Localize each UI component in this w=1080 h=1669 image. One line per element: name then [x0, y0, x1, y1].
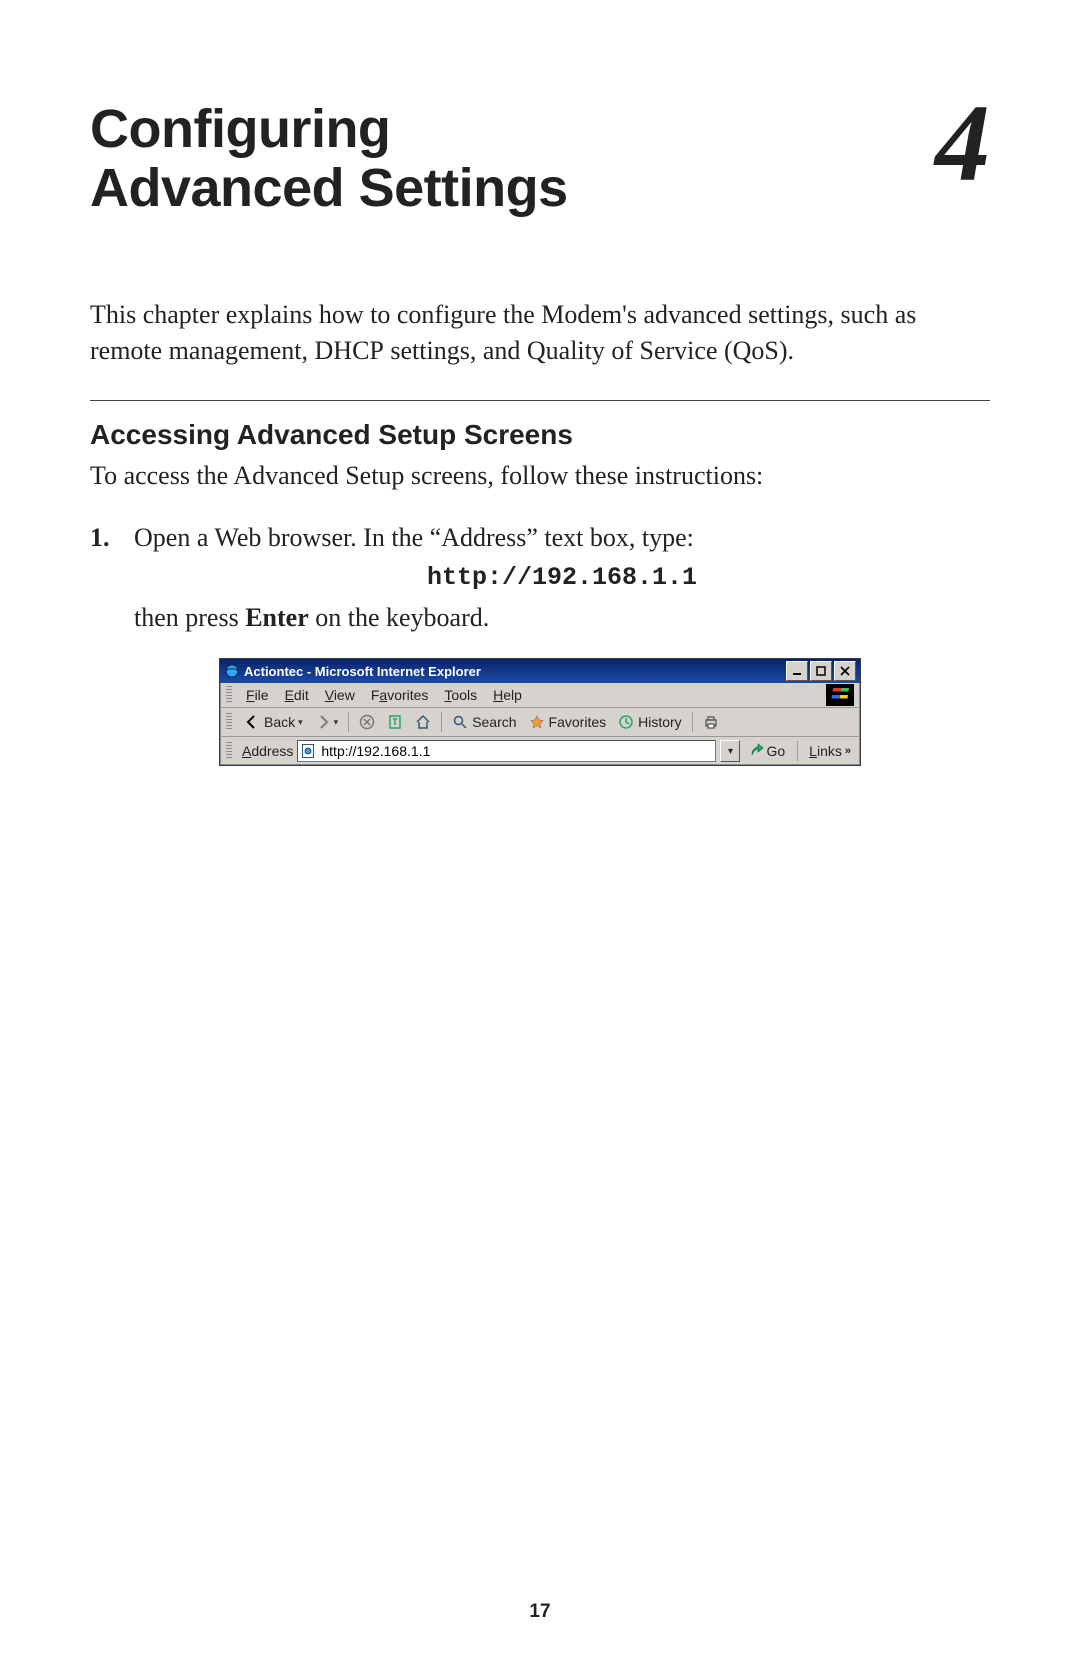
search-button[interactable]: Search — [446, 711, 522, 733]
toolbar-separator-3 — [692, 712, 693, 732]
chapter-title-line2: Advanced Settings — [90, 158, 568, 218]
links-chevron-icon: » — [845, 745, 851, 757]
step-1-number: 1. — [90, 519, 134, 637]
section-intro: To access the Advanced Setup screens, fo… — [90, 461, 990, 491]
menu-help[interactable]: Help — [485, 687, 530, 703]
back-label: Back — [264, 714, 295, 730]
address-field[interactable] — [297, 740, 716, 762]
go-icon — [748, 743, 764, 759]
favorites-button[interactable]: Favorites — [523, 711, 613, 733]
refresh-button[interactable] — [381, 711, 409, 733]
ie-window: Actiontec - Microsoft Internet Explorer … — [219, 658, 861, 766]
menu-file[interactable]: File — [238, 687, 277, 703]
favorites-star-icon — [529, 714, 545, 730]
back-dropdown-icon: ▾ — [298, 717, 303, 728]
address-label: Address — [242, 743, 293, 759]
addressbar-separator — [797, 741, 798, 761]
step-1-code: http://192.168.1.1 — [134, 560, 990, 596]
history-label: History — [638, 714, 682, 730]
refresh-icon — [387, 714, 403, 730]
address-dropdown-button[interactable]: ▾ — [720, 740, 740, 762]
page-icon — [300, 743, 316, 759]
print-icon — [703, 714, 719, 730]
home-button[interactable] — [409, 711, 437, 733]
forward-button[interactable]: ▾ — [309, 711, 345, 733]
favorites-label: Favorites — [549, 714, 607, 730]
search-label: Search — [472, 714, 516, 730]
toolbar-grip — [226, 713, 232, 731]
menu-edit[interactable]: Edit — [277, 687, 317, 703]
chapter-title-line1: Configuring — [90, 99, 390, 159]
close-button[interactable] — [834, 661, 856, 681]
menu-favorites[interactable]: Favorites — [363, 687, 437, 703]
chapter-title: Configuring Advanced Settings — [90, 100, 568, 219]
addressbar-grip — [226, 742, 232, 760]
section-divider — [90, 400, 990, 401]
ie-toolbar: Back ▾ ▾ Search — [220, 708, 860, 737]
address-input[interactable] — [319, 742, 713, 760]
ie-app-icon — [224, 663, 240, 679]
windows-logo-icon — [826, 684, 854, 706]
section-heading: Accessing Advanced Setup Screens — [90, 419, 990, 451]
intro-dhcp: DHCP — [315, 336, 384, 365]
step-1-line2b: on the keyboard. — [309, 603, 490, 632]
forward-dropdown-icon: ▾ — [334, 717, 339, 728]
intro-text-b: settings, and Quality of Service (QoS). — [384, 336, 794, 365]
page-number: 17 — [0, 1601, 1080, 1623]
minimize-button[interactable] — [786, 661, 808, 681]
go-button[interactable]: Go — [744, 743, 789, 759]
step-1-line2a: then press — [134, 603, 245, 632]
stop-button[interactable] — [353, 711, 381, 733]
back-arrow-icon — [244, 714, 260, 730]
menu-view[interactable]: View — [317, 687, 363, 703]
step-1: 1. Open a Web browser. In the “Address” … — [90, 519, 990, 637]
maximize-button[interactable] — [810, 661, 832, 681]
menu-tools[interactable]: Tools — [436, 687, 485, 703]
links-button[interactable]: Links » — [806, 743, 854, 759]
search-icon — [452, 714, 468, 730]
ie-titlebar: Actiontec - Microsoft Internet Explorer — [220, 659, 860, 683]
step-1-enter: Enter — [245, 603, 309, 632]
forward-arrow-icon — [315, 714, 331, 730]
chapter-intro: This chapter explains how to configure t… — [90, 297, 990, 370]
ie-menubar: File Edit View Favorites Tools Help — [220, 683, 860, 708]
toolbar-separator-2 — [441, 712, 442, 732]
ie-address-bar: Address ▾ Go Links » — [220, 737, 860, 765]
go-label: Go — [766, 743, 785, 759]
ie-title-text: Actiontec - Microsoft Internet Explorer — [244, 664, 481, 679]
back-button[interactable]: Back ▾ — [238, 711, 309, 733]
print-button[interactable] — [697, 711, 725, 733]
step-1-line1: Open a Web browser. In the “Address” tex… — [134, 523, 694, 552]
history-icon — [618, 714, 634, 730]
chapter-number: 4 — [935, 94, 990, 193]
toolbar-separator-1 — [348, 712, 349, 732]
home-icon — [415, 714, 431, 730]
history-button[interactable]: History — [612, 711, 688, 733]
menubar-grip — [226, 686, 232, 704]
stop-icon — [359, 714, 375, 730]
